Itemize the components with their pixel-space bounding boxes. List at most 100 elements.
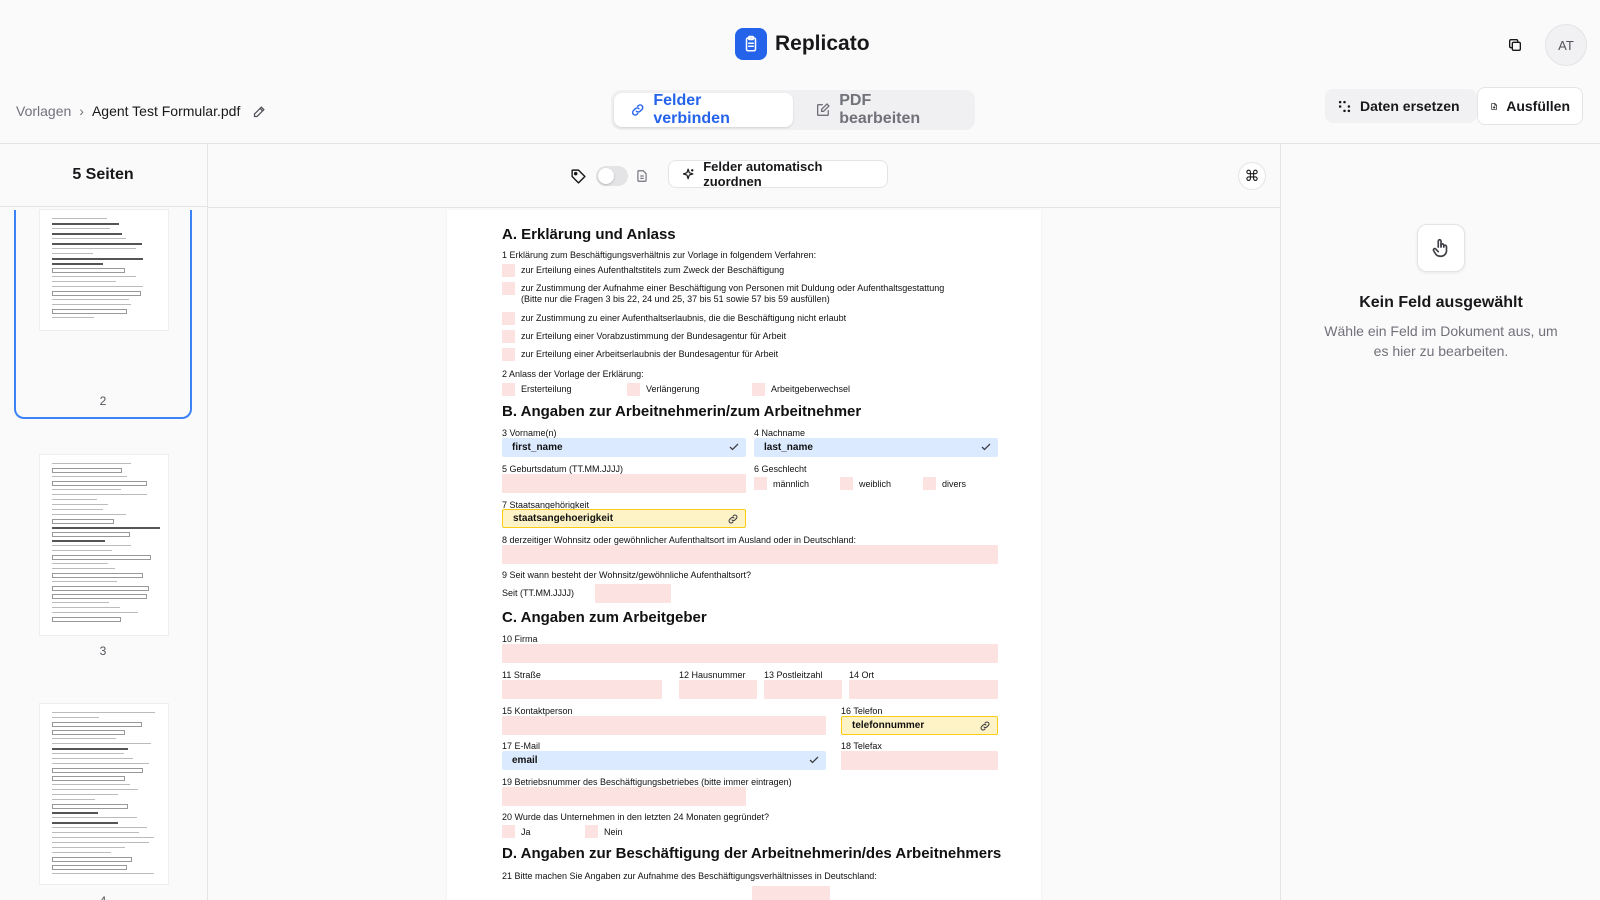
question-label: 9 Seit wann besteht der Wohnsitz/gewöhnl… — [502, 570, 751, 580]
checkbox-field[interactable] — [502, 312, 515, 325]
thumbnail-field — [52, 586, 150, 591]
replace-data-button[interactable]: Daten ersetzen — [1325, 89, 1477, 123]
checkbox-field[interactable] — [502, 330, 515, 343]
thumbnail-line — [52, 299, 129, 300]
unmapped-field[interactable] — [502, 474, 746, 493]
option-label: Verlängerung — [646, 384, 700, 394]
sparkles-icon — [682, 168, 694, 179]
thumbnail-line — [52, 822, 119, 824]
auto-map-label: Felder automatisch zuordnen — [703, 159, 823, 189]
unmapped-field[interactable] — [502, 644, 998, 663]
option-label: Seit (TT.MM.JJJJ) — [502, 588, 574, 598]
question-label: 11 Straße — [502, 670, 541, 680]
option-label: divers — [942, 479, 967, 489]
unmapped-field[interactable] — [841, 751, 998, 770]
empty-state-title: Kein Feld ausgewählt — [1359, 294, 1523, 311]
thumbnail-line — [52, 476, 128, 477]
question-label: 1 Erklärung zum Beschäftigungsverhältnis… — [502, 250, 817, 260]
checkbox-field[interactable] — [502, 348, 515, 361]
command-menu-button[interactable]: ⌘ — [1238, 162, 1266, 190]
brand[interactable]: Replicato — [735, 28, 870, 60]
checkbox-field[interactable] — [627, 383, 640, 396]
checkbox-field[interactable] — [840, 477, 853, 490]
avatar[interactable]: AT — [1545, 24, 1587, 66]
unmapped-field[interactable] — [849, 680, 998, 699]
tag-icon — [570, 168, 587, 190]
thumbnail-field — [52, 291, 142, 296]
thumbnail-field — [52, 532, 130, 537]
unmapped-field[interactable] — [502, 716, 826, 735]
thumbnail-line — [52, 602, 109, 603]
unmapped-field[interactable] — [502, 680, 662, 699]
mapped-field-email[interactable]: email — [502, 751, 826, 770]
section-heading: B. Angaben zur Arbeitnehmerin/zum Arbeit… — [502, 403, 862, 420]
breadcrumb: Vorlagen › Agent Test Formular.pdf — [16, 103, 267, 119]
thumbnail-line — [52, 837, 155, 838]
unmapped-field[interactable] — [679, 680, 757, 699]
thumbnail-line — [52, 281, 117, 282]
divider — [0, 206, 207, 207]
option-label: Ja — [521, 827, 531, 837]
section-heading: C. Angaben zum Arbeitgeber — [502, 609, 707, 626]
replace-data-label: Daten ersetzen — [1360, 98, 1460, 114]
mapped-field-last-name[interactable]: last_name — [754, 438, 998, 457]
thumbnail-line — [52, 499, 98, 500]
thumbnail-line — [52, 248, 137, 249]
pages-panel: 5 Seiten 2 3 4 — [0, 144, 208, 900]
tab-pdf-bearbeiten[interactable]: PDF bearbeiten — [793, 92, 972, 127]
top-bar: Replicato AT Vorlagen › Agent Test Formu… — [0, 0, 1600, 144]
field-binding: first_name — [512, 442, 563, 453]
thumbnail-line — [52, 509, 104, 510]
page-thumbnail-2[interactable] — [40, 210, 168, 330]
thumbnail-field — [52, 573, 143, 578]
thumbnail-field — [52, 768, 144, 773]
tab-label: PDF bearbeiten — [839, 92, 921, 127]
option-label: männlich — [773, 479, 810, 489]
thumbnail-field — [52, 617, 121, 622]
checkbox-field[interactable] — [502, 264, 515, 277]
unmapped-field[interactable] — [595, 584, 671, 603]
page-thumbnail-4[interactable] — [40, 704, 168, 884]
suggested-field-phone[interactable]: telefonnummer — [841, 716, 998, 735]
breadcrumb-current: Agent Test Formular.pdf — [91, 103, 241, 119]
checkbox-field[interactable] — [502, 825, 515, 838]
breadcrumb-root[interactable]: Vorlagen — [16, 103, 71, 119]
label-view-toggle[interactable] — [596, 166, 628, 186]
thumbnail-line — [52, 238, 126, 239]
question-label: 5 Geburtsdatum (TT.MM.JJJJ) — [502, 464, 624, 474]
unmapped-field[interactable] — [764, 680, 842, 699]
thumbnail-field — [52, 268, 125, 273]
thumbnail-line — [52, 827, 148, 828]
clipboard-logo-icon — [735, 28, 767, 60]
checkbox-field[interactable] — [754, 477, 767, 490]
option-label: zur Zustimmung zu einer Aufenthaltserlau… — [521, 313, 847, 323]
option-label: zur Erteilung einer Vorabzustimmung der … — [521, 331, 787, 341]
suggested-field-nationality[interactable]: staatsangehoerigkeit — [502, 509, 746, 528]
unmapped-field[interactable] — [502, 545, 998, 564]
checkbox-field[interactable] — [923, 477, 936, 490]
rename-pencil-icon[interactable] — [252, 104, 267, 119]
chevron-right-icon: › — [79, 103, 84, 119]
unmapped-field[interactable] — [502, 787, 746, 806]
page-thumbnail-3[interactable] — [40, 455, 168, 635]
thumbnail-line — [52, 784, 130, 785]
thumbnail-line — [52, 832, 139, 833]
thumbnail-field — [52, 776, 125, 781]
thumbnail-field — [52, 481, 148, 486]
auto-map-fields-button[interactable]: Felder automatisch zuordnen — [668, 159, 888, 189]
copy-button[interactable] — [1502, 32, 1528, 58]
checkbox-field[interactable] — [502, 383, 515, 396]
section-heading: A. Erklärung und Anlass — [502, 226, 676, 243]
mapped-field-first-name[interactable]: first_name — [502, 438, 746, 457]
tab-felder-verbinden[interactable]: Felder verbinden — [614, 92, 794, 127]
unmapped-field[interactable] — [752, 886, 830, 900]
checkbox-field[interactable] — [502, 282, 515, 295]
checkbox-field[interactable] — [585, 825, 598, 838]
question-label: 21 Bitte machen Sie Angaben zur Aufnahme… — [502, 871, 877, 881]
file-download-icon — [1491, 102, 1497, 110]
thumbnail-line — [52, 612, 138, 613]
checkbox-field[interactable] — [752, 383, 765, 396]
check-icon — [729, 443, 739, 451]
fill-button[interactable]: Ausfüllen — [1477, 87, 1583, 125]
page-number: 4 — [0, 894, 206, 900]
